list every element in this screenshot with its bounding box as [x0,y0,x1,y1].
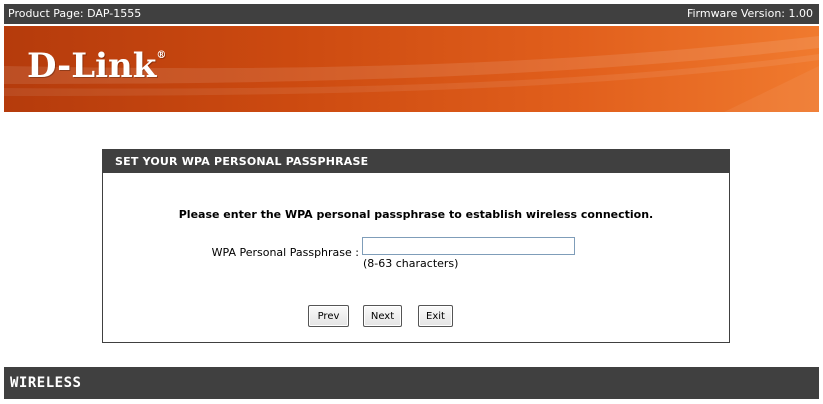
firmware-version-label: Firmware Version: 1.00 [686,7,813,20]
passphrase-label: WPA Personal Passphrase : [211,246,359,259]
footer-bar: WIRELESS [4,367,819,399]
exit-button[interactable]: Exit [418,305,453,327]
passphrase-panel: SET YOUR WPA PERSONAL PASSPHRASE Please … [102,149,730,343]
passphrase-input[interactable] [362,237,575,255]
wireless-brand-label: WIRELESS [10,375,82,391]
top-info-bar: Product Page: DAP-1555 Firmware Version:… [4,4,819,24]
brand-header: D-Link® [4,26,819,112]
next-button[interactable]: Next [363,305,402,327]
dlink-logo: D-Link® [27,46,167,86]
instruction-text: Please enter the WPA personal passphrase… [178,208,654,221]
passphrase-hint: (8-63 characters) [363,257,459,270]
prev-button[interactable]: Prev [308,305,349,327]
panel-title: SET YOUR WPA PERSONAL PASSPHRASE [103,150,729,173]
product-page-label: Product Page: DAP-1555 [8,7,142,20]
